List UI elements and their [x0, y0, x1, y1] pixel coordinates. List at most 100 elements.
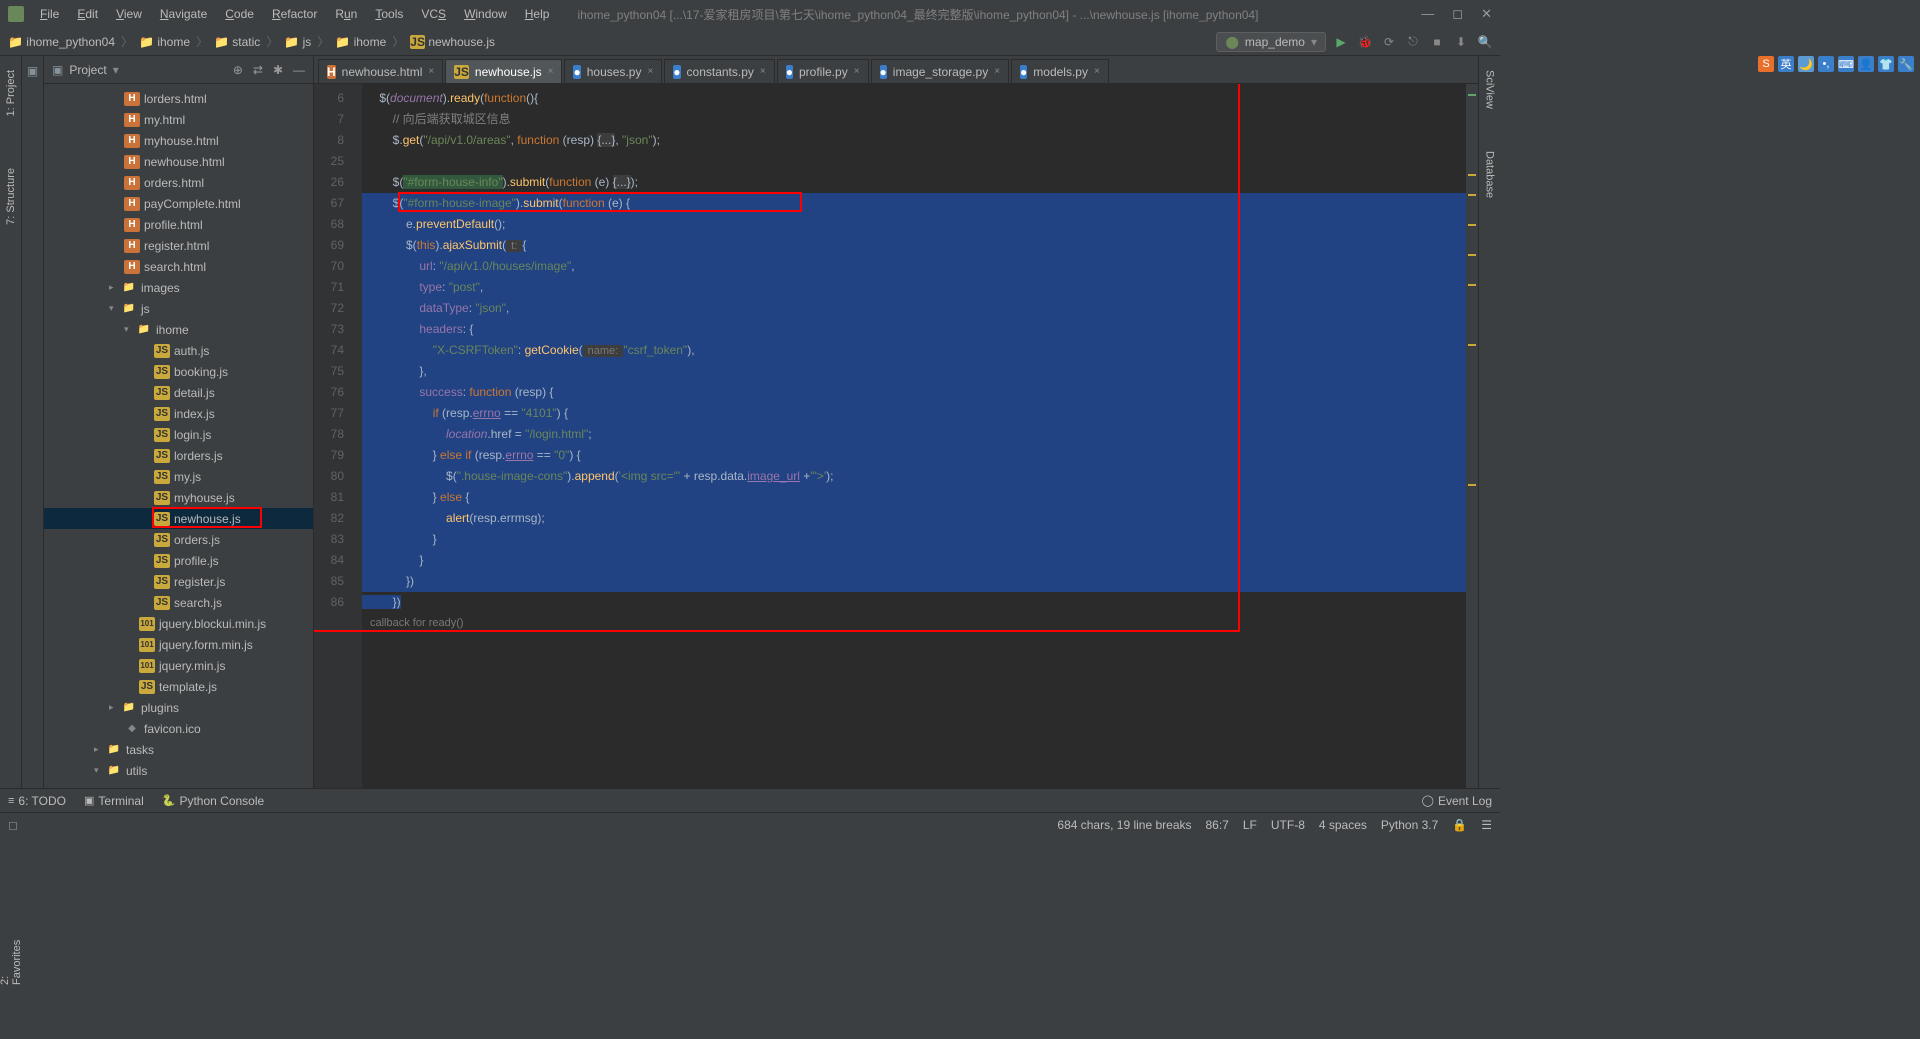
tree-dir[interactable]: ▾📁js	[44, 298, 313, 319]
tree-file[interactable]: Hmyhouse.html	[44, 130, 313, 151]
tree-file[interactable]: JSbooking.js	[44, 361, 313, 382]
menu-run[interactable]: Run	[327, 3, 365, 25]
vcs-button[interactable]: ⬇	[1454, 35, 1468, 49]
breadcrumb-item[interactable]: JS newhouse.js	[410, 35, 495, 49]
ime-moon-icon[interactable]: 🌙	[1798, 56, 1814, 72]
debug-button[interactable]: 🐞	[1358, 35, 1372, 49]
tool-database[interactable]: Database	[1482, 145, 1498, 204]
tree-dir[interactable]: ▸📁tasks	[44, 739, 313, 760]
tree-file[interactable]: ◆favicon.ico	[44, 718, 313, 739]
attach-button[interactable]: ⎋	[1406, 35, 1420, 49]
menu-tools[interactable]: Tools	[367, 3, 411, 25]
tree-file[interactable]: Hregister.html	[44, 235, 313, 256]
tree-file[interactable]: JSindex.js	[44, 403, 313, 424]
run-config-selector[interactable]: ⬤map_demo▾	[1216, 32, 1326, 52]
tree-file[interactable]: JSsearch.js	[44, 592, 313, 613]
hide-icon[interactable]: —	[293, 63, 305, 77]
tool-event-log[interactable]: ◯ Event Log	[1422, 794, 1492, 808]
minimize-button[interactable]: —	[1421, 6, 1434, 22]
tool-todo[interactable]: ≡ 6: TODO	[8, 794, 66, 808]
ime-lang-icon[interactable]: 英	[1778, 56, 1794, 72]
status-line-ending[interactable]: LF	[1243, 818, 1257, 832]
tool-python-console[interactable]: 🐍 Python Console	[162, 794, 264, 808]
maximize-button[interactable]: ◻	[1452, 6, 1463, 22]
close-button[interactable]: ✕	[1481, 6, 1492, 22]
menu-vcs[interactable]: VCS	[413, 3, 454, 25]
tree-file[interactable]: JStemplate.js	[44, 676, 313, 697]
breadcrumb-item[interactable]: 📁 js	[284, 35, 311, 49]
folder-icon[interactable]: ▣	[27, 64, 38, 78]
tree-file-selected[interactable]: JSnewhouse.js	[44, 508, 313, 529]
tree-file[interactable]: 101jquery.min.js	[44, 655, 313, 676]
run-coverage-button[interactable]: ⟳	[1382, 35, 1396, 49]
tree-file[interactable]: 101jquery.form.min.js	[44, 634, 313, 655]
tree-file[interactable]: Hnewhouse.html	[44, 151, 313, 172]
search-everywhere-button[interactable]: 🔍	[1478, 35, 1492, 49]
tab-image-storage-py[interactable]: ●image_storage.py×	[871, 59, 1009, 83]
status-inspect-icon[interactable]: ☰	[1481, 818, 1492, 832]
menu-edit[interactable]: Edit	[69, 3, 106, 25]
locate-icon[interactable]: ⊕	[233, 63, 243, 77]
tree-file[interactable]: JSprofile.js	[44, 550, 313, 571]
menu-file[interactable]: File	[32, 3, 67, 25]
project-pane-title[interactable]: ▣ Project ▾	[52, 63, 119, 77]
tab-profile-py[interactable]: ●profile.py×	[777, 59, 869, 83]
tree-dir[interactable]: ▸📁images	[44, 277, 313, 298]
breadcrumb-item[interactable]: 📁 static	[214, 35, 260, 49]
breadcrumb-item[interactable]: 📁 ihome	[335, 35, 386, 49]
status-indent[interactable]: 4 spaces	[1319, 818, 1367, 832]
settings-icon[interactable]: ✱	[273, 63, 283, 77]
run-button[interactable]: ▶	[1334, 35, 1348, 49]
tree-file[interactable]: JSmy.js	[44, 466, 313, 487]
tree-file[interactable]: Hsearch.html	[44, 256, 313, 277]
status-icon[interactable]: ◻	[8, 818, 18, 832]
tool-terminal[interactable]: ▣ Terminal	[84, 794, 144, 808]
tab-houses-py[interactable]: ●houses.py×	[564, 59, 662, 83]
tree-file[interactable]: 101jquery.blockui.min.js	[44, 613, 313, 634]
tree-file[interactable]: JSdetail.js	[44, 382, 313, 403]
tree-file[interactable]: Hmy.html	[44, 109, 313, 130]
ime-kbd-icon[interactable]: ⌨	[1838, 56, 1854, 72]
breadcrumb-item[interactable]: 📁 ihome_python04	[8, 35, 115, 49]
tree-dir[interactable]: ▾📁utils	[44, 760, 313, 781]
tree-file[interactable]: Hprofile.html	[44, 214, 313, 235]
ime-shirt-icon[interactable]: 👕	[1878, 56, 1894, 72]
ime-user-icon[interactable]: 👤	[1858, 56, 1874, 72]
tree-file[interactable]: JSmyhouse.js	[44, 487, 313, 508]
error-stripe[interactable]	[1466, 84, 1478, 788]
tab-constants-py[interactable]: ●constants.py×	[664, 59, 774, 83]
tab-newhouse-js[interactable]: JSnewhouse.js×	[445, 59, 562, 83]
expand-icon[interactable]: ⇄	[253, 63, 263, 77]
editor-code[interactable]: $(document).ready(function(){ // 向后端获取城区…	[362, 84, 1478, 788]
tree-file[interactable]: Horders.html	[44, 172, 313, 193]
status-encoding[interactable]: UTF-8	[1271, 818, 1305, 832]
tool-project[interactable]: 1: Project	[3, 64, 19, 122]
tree-dir[interactable]: ▾📁ihome	[44, 319, 313, 340]
stop-button[interactable]: ■	[1430, 35, 1444, 49]
tree-file[interactable]: Hlorders.html	[44, 88, 313, 109]
ime-punct-icon[interactable]: •,	[1818, 56, 1834, 72]
menu-refactor[interactable]: Refactor	[264, 3, 325, 25]
tree-dir[interactable]: ▸📁plugins	[44, 697, 313, 718]
tree-file[interactable]: HpayComplete.html	[44, 193, 313, 214]
menu-help[interactable]: Help	[517, 3, 558, 25]
status-lock-icon[interactable]: 🔒	[1452, 818, 1467, 832]
menu-window[interactable]: Window	[456, 3, 515, 25]
tree-file[interactable]: JSlogin.js	[44, 424, 313, 445]
tree-file[interactable]: JSregister.js	[44, 571, 313, 592]
menu-code[interactable]: Code	[217, 3, 262, 25]
tab-models-py[interactable]: ●models.py×	[1011, 59, 1109, 83]
tool-sciview[interactable]: SciView	[1482, 64, 1498, 115]
ime-icon[interactable]: S	[1758, 56, 1774, 72]
tab-newhouse-html[interactable]: Hnewhouse.html×	[318, 59, 443, 83]
breadcrumb-item[interactable]: 📁 ihome	[139, 35, 190, 49]
menu-navigate[interactable]: Navigate	[152, 3, 215, 25]
tool-favorites[interactable]: 2: Favorites	[0, 929, 25, 991]
tree-file[interactable]: JSorders.js	[44, 529, 313, 550]
tool-structure[interactable]: 7: Structure	[3, 162, 19, 231]
ime-wrench-icon[interactable]: 🔧	[1898, 56, 1914, 72]
menu-view[interactable]: View	[108, 3, 150, 25]
tree-file[interactable]: JSlorders.js	[44, 445, 313, 466]
status-position[interactable]: 86:7	[1206, 818, 1229, 832]
editor-gutter[interactable]: 6782526676869707172737475767778798081828…	[314, 84, 362, 788]
